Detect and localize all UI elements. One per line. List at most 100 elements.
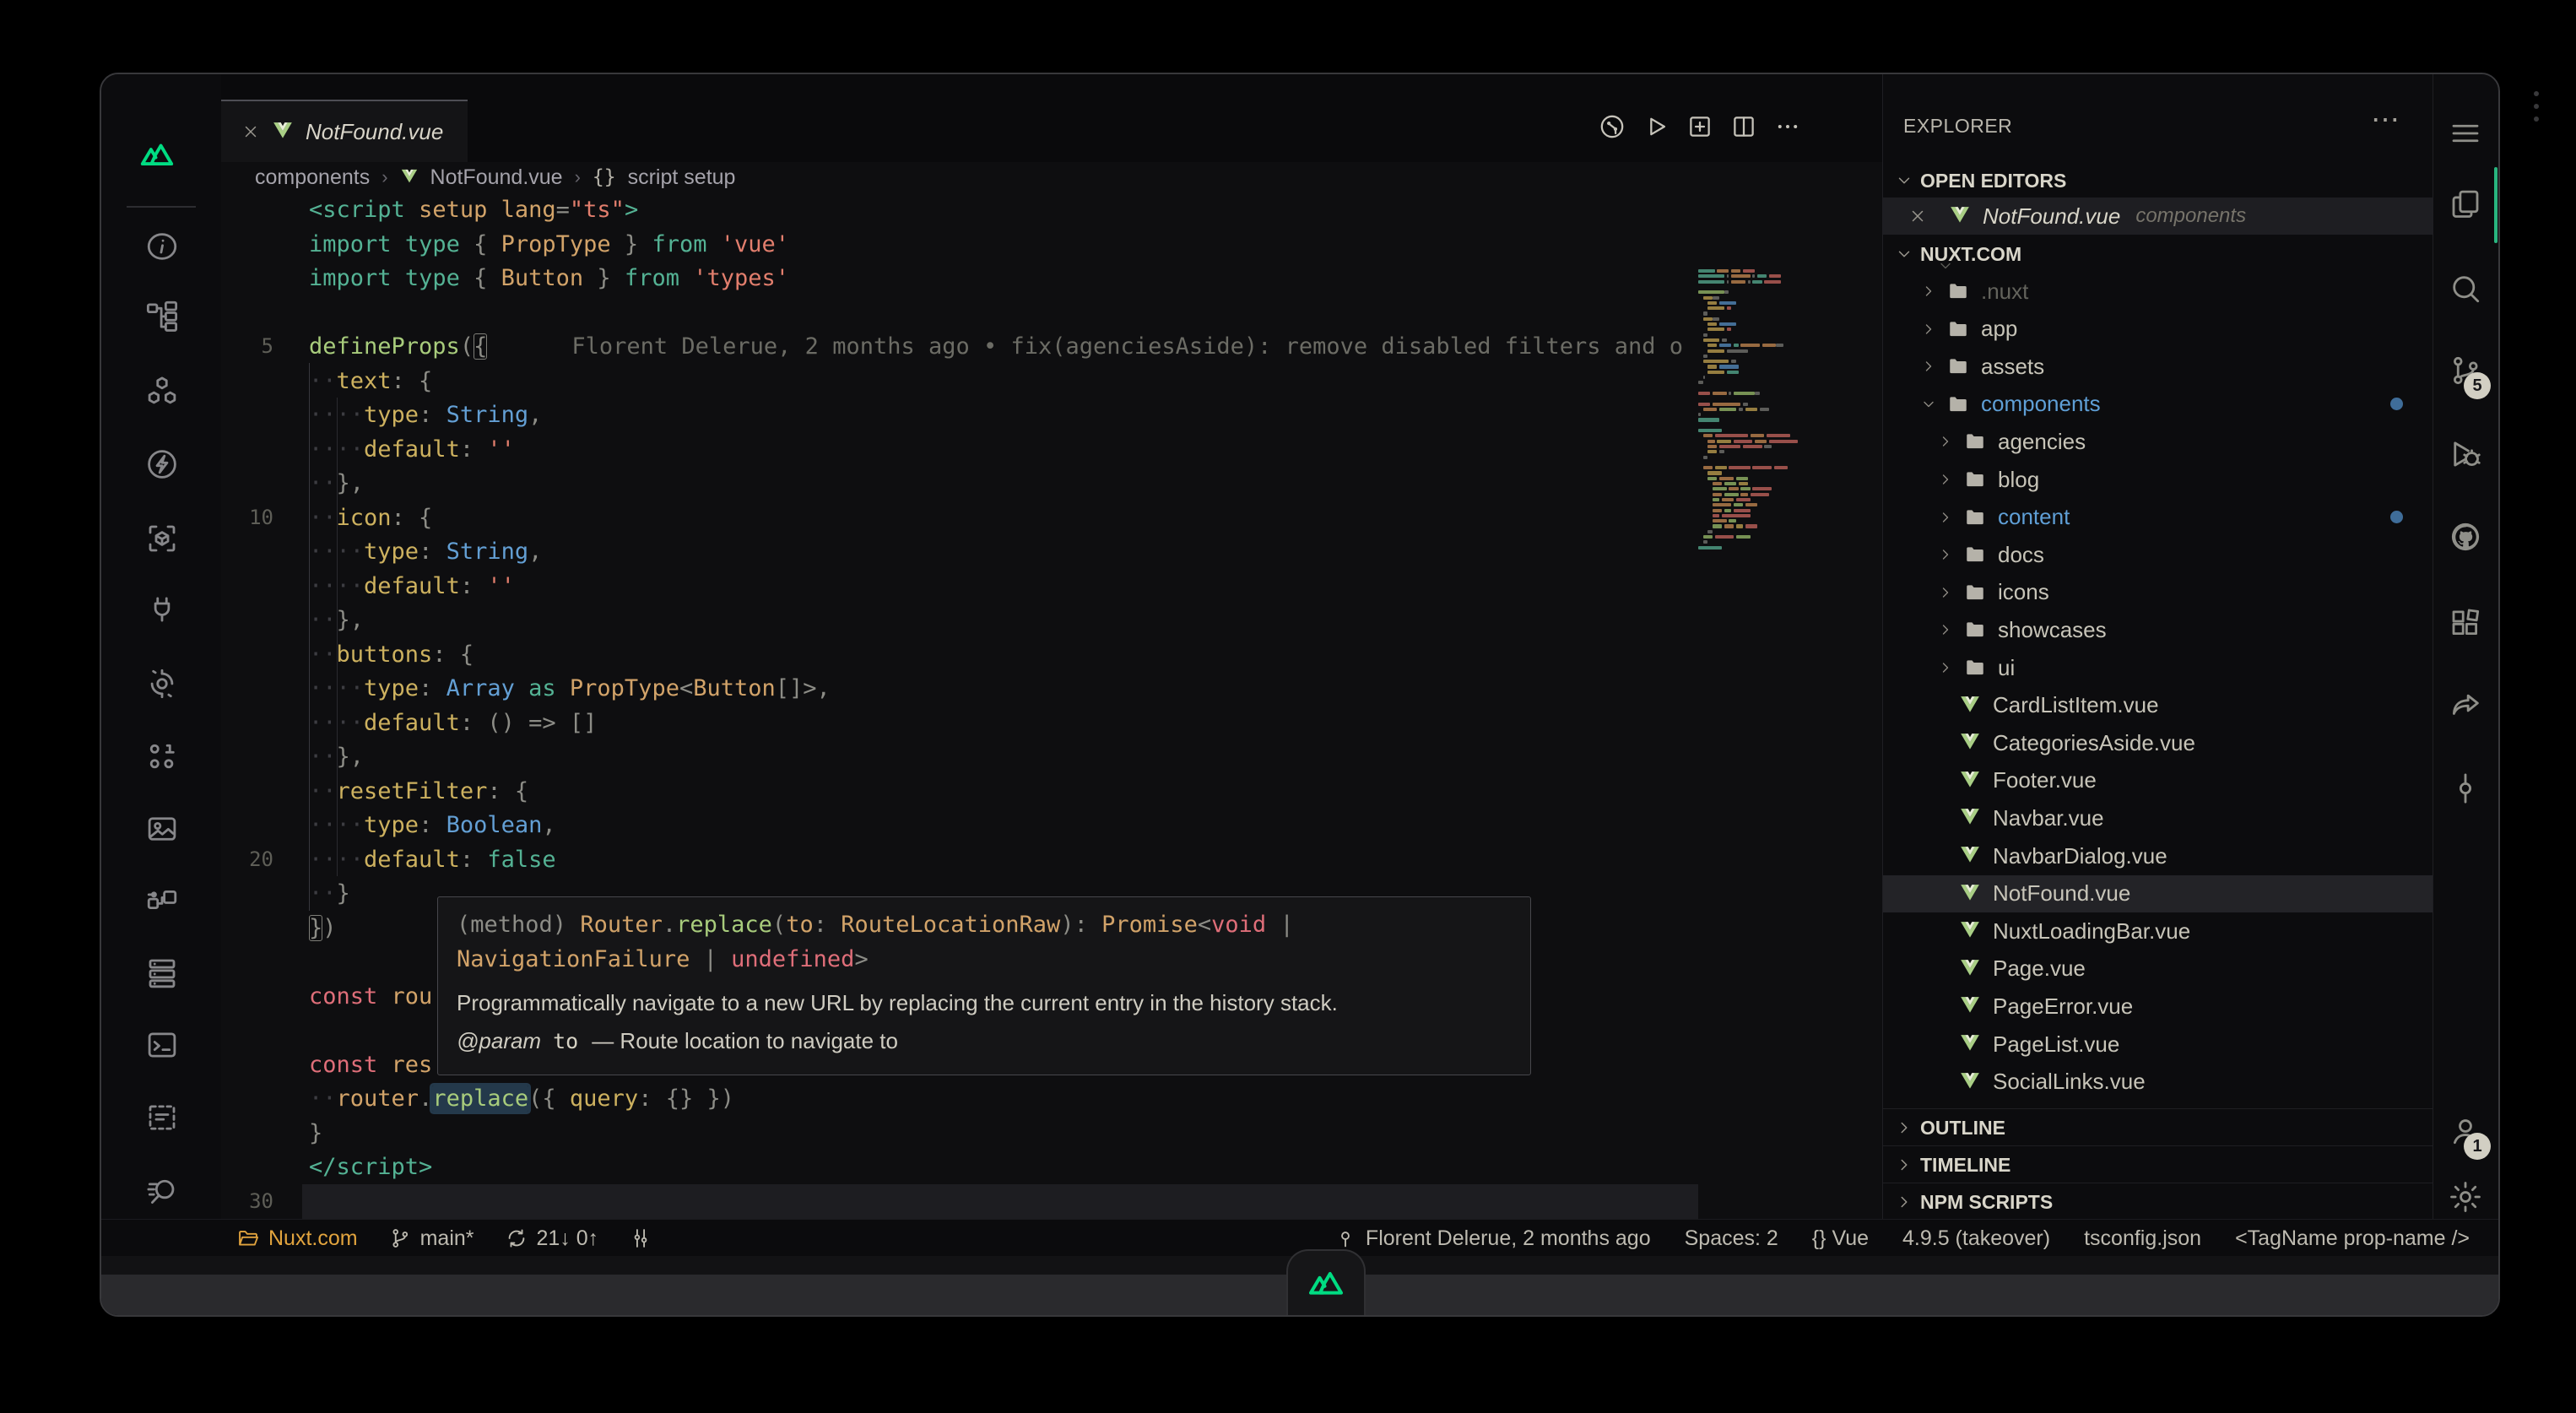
- tree-item-ui[interactable]: ui: [1883, 649, 2433, 686]
- commit-graph-icon[interactable]: [2447, 770, 2484, 807]
- code-line[interactable]: defineProps({Florent Delerue, 2 months a…: [309, 329, 1683, 364]
- tree-item-pageerror-vue[interactable]: PageError.vue: [1883, 988, 2433, 1025]
- code-line[interactable]: ····type: Array as PropType<Button[]>,: [309, 671, 831, 706]
- code-line[interactable]: ··},: [309, 603, 364, 637]
- status-item-spaces-2[interactable]: Spaces: 2: [1685, 1226, 1778, 1251]
- tree-item-cardlistitem-vue[interactable]: CardListItem.vue: [1883, 687, 2433, 724]
- minimap[interactable]: [1698, 269, 1842, 573]
- code-line[interactable]: ··},: [309, 466, 364, 501]
- breadcrumb-folder[interactable]: components: [255, 165, 370, 190]
- code-line[interactable]: </script>: [309, 1150, 432, 1184]
- tree-item-blog[interactable]: blog: [1883, 461, 2433, 498]
- timeline-history-icon[interactable]: [1597, 111, 1627, 142]
- code-line[interactable]: ····default: '': [309, 569, 515, 604]
- code-line[interactable]: }: [309, 1116, 322, 1150]
- explorer-files-icon[interactable]: [2447, 186, 2484, 223]
- section-outline[interactable]: OUTLINE: [1883, 1108, 2433, 1146]
- tree-item-showcases[interactable]: showcases: [1883, 611, 2433, 648]
- hooks-circuit-icon[interactable]: [143, 881, 181, 918]
- breadcrumb-file[interactable]: NotFound.vue: [430, 165, 563, 190]
- runtime-gear-icon[interactable]: [143, 665, 181, 702]
- settings-gear-icon[interactable]: [2447, 1178, 2484, 1215]
- status-item-workflow-icon[interactable]: [629, 1226, 652, 1250]
- code-line[interactable]: ··resetFilter: {: [309, 774, 528, 809]
- status-item-main[interactable]: main*: [388, 1226, 474, 1251]
- run-icon[interactable]: [1641, 111, 1671, 142]
- new-split-icon[interactable]: [1685, 111, 1715, 142]
- code-line[interactable]: ····type: String,: [309, 534, 542, 569]
- open-editor-item-notfound[interactable]: NotFound.vue components: [1883, 198, 2433, 235]
- components-hexagons-icon[interactable]: [143, 373, 181, 410]
- tree-item-content[interactable]: content: [1883, 499, 2433, 536]
- code-line[interactable]: ····default: () => []: [309, 706, 597, 740]
- code-line[interactable]: ··icon: {: [309, 501, 432, 535]
- tree-item--nuxt[interactable]: .nuxt: [1883, 273, 2433, 310]
- code-line[interactable]: ··}: [309, 876, 350, 911]
- code-line[interactable]: import type { PropType } from 'vue': [309, 227, 789, 262]
- status-item-florent-delerue-2-months-ago[interactable]: Florent Delerue, 2 months ago: [1334, 1226, 1651, 1251]
- tree-item-nuxtloadingbar-vue[interactable]: NuxtLoadingBar.vue: [1883, 912, 2433, 950]
- tree-item-categoriesaside-vue[interactable]: CategoriesAside.vue: [1883, 724, 2433, 761]
- status-item-21-0[interactable]: 21↓ 0↑: [505, 1226, 599, 1251]
- section-npm-scripts[interactable]: NPM SCRIPTS: [1883, 1183, 2433, 1221]
- breadcrumb-symbol[interactable]: script setup: [628, 165, 736, 190]
- virtual-files-icon[interactable]: [143, 1099, 181, 1136]
- status-item-tsconfig-json[interactable]: tsconfig.json: [2084, 1226, 2201, 1251]
- status-item-4-9-5-takeover[interactable]: 4.9.5 (takeover): [1902, 1226, 2050, 1251]
- tree-item-sociallinks-vue[interactable]: SocialLinks.vue: [1883, 1064, 2433, 1101]
- code-line[interactable]: const rou: [309, 979, 432, 1014]
- tree-item-icons[interactable]: icons: [1883, 574, 2433, 611]
- breadcrumb[interactable]: components › NotFound.vue › {} script se…: [221, 162, 1882, 192]
- tree-item-navbar-vue[interactable]: Navbar.vue: [1883, 799, 2433, 836]
- tree-item-assets[interactable]: assets: [1883, 348, 2433, 385]
- menu-hamburger-icon[interactable]: [2447, 115, 2484, 152]
- scan-box-icon[interactable]: [143, 520, 181, 557]
- code-line[interactable]: <script setup lang="ts">: [309, 192, 638, 227]
- tab-notfound-vue[interactable]: NotFound.vue: [221, 100, 468, 162]
- code-line[interactable]: ····type: String,: [309, 398, 542, 432]
- code-line[interactable]: ····default: '': [309, 432, 515, 467]
- split-editor-icon[interactable]: [1729, 111, 1759, 142]
- editor-area[interactable]: NotFound.vue components › NotFound.vue ›…: [221, 74, 1882, 1219]
- code-line[interactable]: ····default: false: [309, 842, 556, 877]
- code-line[interactable]: ··text: {: [309, 364, 432, 398]
- plugins-plug-icon[interactable]: [143, 591, 181, 628]
- tree-item-pagelist-vue[interactable]: PageList.vue: [1883, 1026, 2433, 1063]
- assets-image-icon[interactable]: [143, 810, 181, 847]
- status-item-tagname-prop-name[interactable]: <TagName prop-name />: [2235, 1226, 2470, 1251]
- code-line[interactable]: ··},: [309, 739, 364, 774]
- code-line[interactable]: const res: [309, 1048, 432, 1082]
- nuxt-devtools-toggle[interactable]: [1286, 1249, 1366, 1317]
- tree-item-components[interactable]: components: [1883, 386, 2433, 423]
- tree-item-page-vue[interactable]: Page.vue: [1883, 950, 2433, 988]
- run-debug-icon[interactable]: [2447, 436, 2484, 473]
- code-line[interactable]: ····type: Boolean,: [309, 808, 556, 842]
- code-line[interactable]: ··router.replace({ query: {} }): [309, 1081, 734, 1116]
- github-icon[interactable]: [2447, 518, 2484, 555]
- tree-item-docs[interactable]: docs: [1883, 536, 2433, 573]
- share-icon[interactable]: [2447, 687, 2484, 724]
- close-icon[interactable]: [1908, 207, 1927, 225]
- pages-tree-icon[interactable]: [143, 297, 181, 334]
- close-icon[interactable]: [241, 122, 260, 141]
- tree-item-agencies[interactable]: agencies: [1883, 423, 2433, 460]
- tree-item-navbardialog-vue[interactable]: NavbarDialog.vue: [1883, 837, 2433, 874]
- tree-item-notfound-vue[interactable]: NotFound.vue: [1883, 875, 2433, 912]
- search-icon[interactable]: [2447, 270, 2484, 307]
- storage-server-icon[interactable]: [143, 954, 181, 991]
- composables-binary-icon[interactable]: [143, 738, 181, 775]
- tree-item-footer-vue[interactable]: Footer.vue: [1883, 762, 2433, 799]
- extensions-icon[interactable]: [2447, 604, 2484, 642]
- more-actions-icon[interactable]: ⋯: [2371, 103, 2400, 137]
- open-in-editor-icon[interactable]: [143, 1173, 181, 1210]
- code-line[interactable]: import type { Button } from 'types': [309, 261, 789, 295]
- status-item-nuxt-com[interactable]: Nuxt.com: [236, 1226, 358, 1251]
- nitro-lightning-icon[interactable]: [143, 446, 181, 483]
- terminal-icon[interactable]: [143, 1026, 181, 1064]
- more-actions-icon[interactable]: [1772, 111, 1803, 142]
- section-timeline[interactable]: TIMELINE: [1883, 1145, 2433, 1183]
- info-icon[interactable]: [143, 228, 181, 265]
- code-line[interactable]: }): [309, 911, 337, 945]
- tree-item-app[interactable]: app: [1883, 311, 2433, 348]
- section-open-editors[interactable]: OPEN EDITORS: [1883, 162, 2433, 199]
